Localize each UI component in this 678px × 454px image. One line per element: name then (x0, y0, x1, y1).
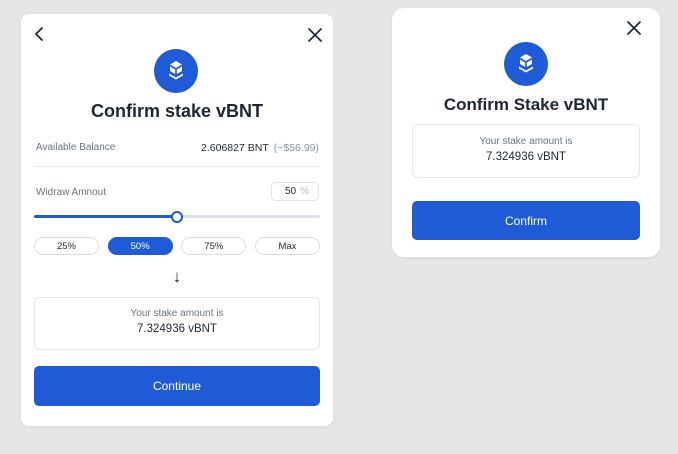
chip-max[interactable]: Max (254, 237, 320, 255)
chip-50[interactable]: 50% (107, 237, 173, 255)
balance-usd: (~$56.99) (273, 142, 319, 154)
slider-thumb[interactable] (171, 210, 183, 223)
stake-modal-right: Confirm Stake vBNT Your stake amount is … (392, 8, 660, 257)
divider (35, 166, 319, 167)
slider-fill (34, 215, 177, 218)
chip-25[interactable]: 25% (34, 237, 99, 255)
stake-modal-left: Confirm stake vBNT Available Balance 2.6… (21, 14, 333, 426)
bancor-logo-icon (504, 42, 548, 86)
stake-amount-label: Your stake amount is (479, 136, 573, 147)
continue-button[interactable]: Continue (34, 366, 320, 406)
close-icon[interactable] (624, 18, 644, 38)
close-icon[interactable] (305, 25, 325, 45)
down-arrow-icon: ↓ (172, 267, 182, 286)
stake-amount-box: Your stake amount is 7.324936 vBNT (412, 124, 640, 178)
stake-amount-box: Your stake amount is 7.324936 vBNT (34, 297, 320, 350)
available-balance-value: 2.606827 BNT (~$56.99) (201, 142, 319, 154)
confirm-button[interactable]: Confirm (412, 201, 640, 240)
available-balance-label: Available Balance (36, 142, 116, 153)
withdraw-percent-input[interactable]: 50% (271, 182, 319, 201)
bancor-logo-icon (154, 49, 198, 93)
back-icon[interactable] (29, 24, 49, 44)
percent-symbol: % (300, 186, 309, 197)
chip-75[interactable]: 75% (181, 237, 247, 255)
stake-amount-value: 7.324936 vBNT (137, 323, 217, 335)
modal-title: Confirm stake vBNT (90, 101, 264, 121)
balance-amount: 2.606827 BNT (201, 142, 269, 154)
stake-amount-value: 7.324936 vBNT (486, 151, 566, 163)
withdraw-slider[interactable] (34, 210, 320, 223)
withdraw-percent-value: 50 (284, 186, 297, 197)
modal-title: Confirm Stake vBNT (443, 95, 609, 114)
stake-amount-label: Your stake amount is (130, 308, 224, 319)
percent-chips: 25% 50% 75% Max (34, 237, 320, 255)
withdraw-amount-label: Widraw Amnout (36, 187, 107, 198)
